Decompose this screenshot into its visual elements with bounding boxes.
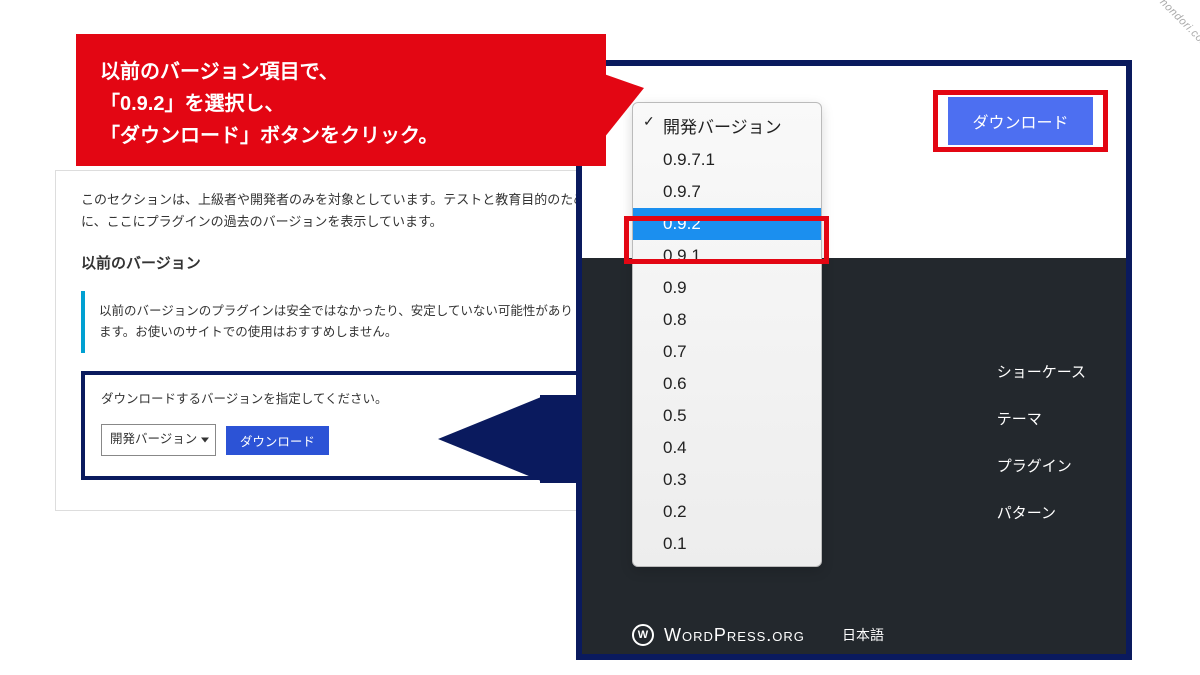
footer-link-themes[interactable]: テーマ [997, 408, 1086, 429]
footer-brand: W WordPress.org [632, 624, 805, 646]
dropdown-option[interactable]: 0.9 [633, 272, 821, 304]
version-dropdown-open[interactable]: 開発バージョン 0.9.7.1 0.9.7 0.9.2 0.9.1 0.9 0.… [632, 102, 822, 567]
dropdown-option[interactable]: 0.3 [633, 464, 821, 496]
dropdown-option[interactable]: 0.4 [633, 432, 821, 464]
download-button[interactable]: ダウンロード [226, 426, 329, 455]
wordpress-logo-icon: W [632, 624, 654, 646]
callout-line: 以前のバージョン項目で、 [100, 56, 582, 88]
dropdown-option[interactable]: 0.9.7 [633, 176, 821, 208]
zoom-arrow-icon [438, 395, 546, 483]
dropdown-option[interactable]: 0.6 [633, 368, 821, 400]
zoom-arrow-body [540, 395, 582, 483]
footer-language[interactable]: 日本語 [842, 625, 884, 645]
warning-notice: 以前のバージョンのプラグインは安全ではなかったり、安定していない可能性があります… [81, 291, 589, 354]
dropdown-option[interactable]: 0.9.7.1 [633, 144, 821, 176]
footer-links: ショーケース テーマ プラグイン パターン [997, 361, 1086, 523]
section-description: このセクションは、上級者や開発者のみを対象としています。テストと教育目的のために… [81, 189, 589, 233]
dropdown-option[interactable]: 0.7 [633, 336, 821, 368]
zoom-frame: ショーケース テーマ プラグイン パターン W WordPress.org 日本… [576, 60, 1132, 660]
previous-versions-heading: 以前のバージョン [81, 251, 589, 277]
brand-name: WordPress.org [664, 625, 805, 646]
instruction-callout: 以前のバージョン項目で、 「0.9.2」を選択し、 「ダウンロード」ボタンをクリ… [76, 34, 606, 166]
dropdown-option[interactable]: 0.9.1 [633, 240, 821, 272]
version-select[interactable]: 開発バージョン [101, 424, 216, 455]
download-button-big[interactable]: ダウンロード [948, 97, 1092, 145]
footer-link-showcase[interactable]: ショーケース [997, 361, 1086, 382]
download-big-highlight: ダウンロード [933, 90, 1108, 152]
dropdown-option[interactable]: 0.8 [633, 304, 821, 336]
dropdown-option-selected[interactable]: 0.9.2 [633, 208, 821, 240]
dropdown-option[interactable]: 0.2 [633, 496, 821, 528]
callout-line: 「ダウンロード」ボタンをクリック。 [100, 120, 582, 152]
dropdown-option[interactable]: 0.1 [633, 528, 821, 560]
dropdown-option[interactable]: 0.5 [633, 400, 821, 432]
dropdown-option[interactable]: 開発バージョン [633, 107, 821, 144]
footer-link-patterns[interactable]: パターン [997, 502, 1086, 523]
watermark: nondori.com [1157, 0, 1200, 52]
callout-line: 「0.9.2」を選択し、 [100, 88, 582, 120]
footer-link-plugins[interactable]: プラグイン [997, 455, 1086, 476]
